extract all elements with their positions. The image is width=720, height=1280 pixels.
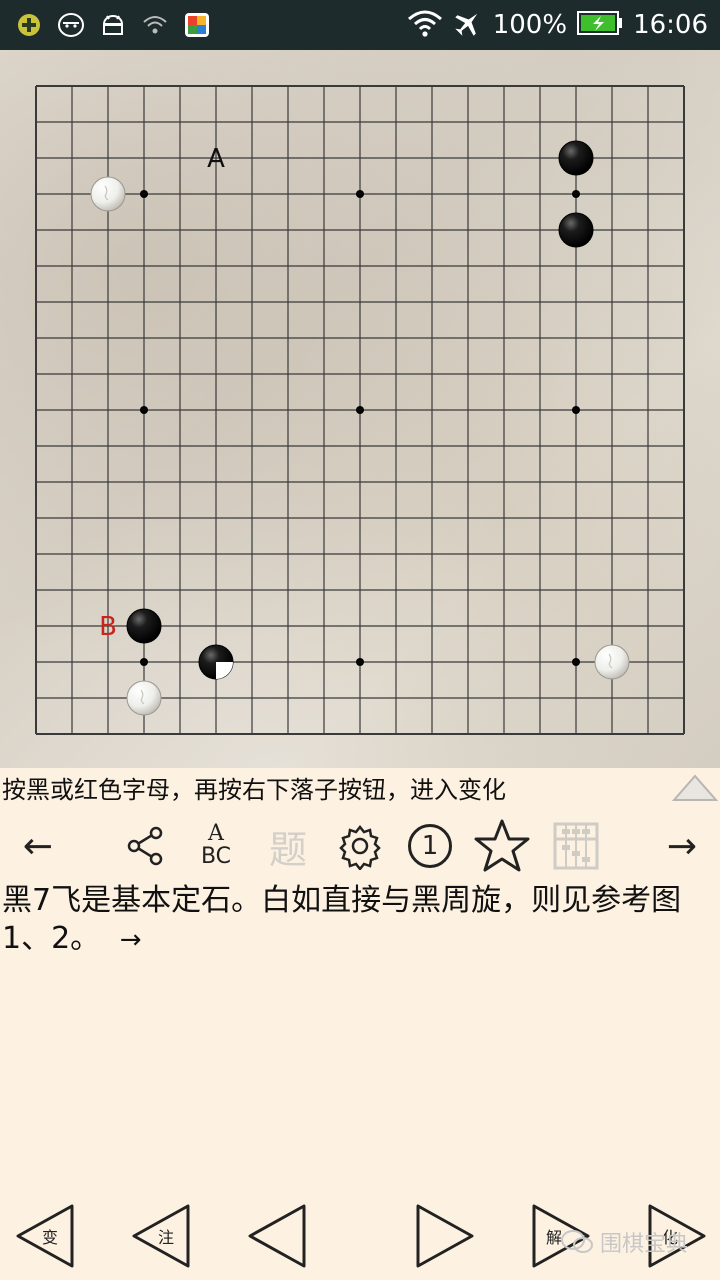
commentary-next-link[interactable]: → [120, 925, 142, 955]
clock: 16:06 [633, 10, 708, 40]
commentary: 黑7飞是基本定石。白如直接与黑周旋，则见参考图1、2。 → [2, 882, 702, 959]
triangle-right-icon [416, 1204, 474, 1268]
star-point [356, 190, 364, 198]
abacus-icon [553, 822, 599, 870]
status-right: 100% 16:06 [407, 0, 708, 50]
star-point [140, 658, 148, 666]
star-point [572, 658, 580, 666]
black-stone[interactable] [558, 212, 594, 248]
note-button[interactable]: 注 [130, 1198, 194, 1274]
triangle-left-icon [248, 1204, 306, 1268]
share-button[interactable] [118, 815, 174, 877]
watermark-text: 围棋宝典 [600, 1232, 689, 1257]
star-point [572, 406, 580, 414]
board-label[interactable]: A [207, 144, 225, 174]
move-number-circle-icon: 1 [408, 824, 452, 868]
board-label[interactable]: B [99, 612, 117, 642]
wechat-icon [561, 1230, 593, 1253]
move-number-button[interactable]: 1 [400, 815, 460, 877]
plus-badge-icon [14, 10, 44, 40]
share-icon [127, 826, 163, 866]
variation-label: 变 [42, 1228, 59, 1247]
last-move-marker [216, 662, 233, 679]
star-point [572, 190, 580, 198]
abacus-button[interactable] [546, 815, 606, 877]
toolbar: ← A BC 题 1 → [0, 815, 720, 877]
face-icon [56, 10, 86, 40]
move-number-text: 1 [421, 831, 439, 861]
right-arrow-icon: → [666, 825, 698, 867]
note-label: 注 [158, 1228, 175, 1247]
prev-move-button[interactable] [246, 1198, 310, 1274]
white-stone[interactable] [594, 644, 630, 680]
settings-button[interactable] [330, 815, 390, 877]
problem-mode-button[interactable]: 题 [258, 815, 318, 877]
gear-icon [339, 824, 381, 870]
star-icon [474, 819, 530, 872]
watermark: 围棋宝典 [560, 1226, 688, 1258]
black-stone[interactable] [558, 140, 594, 176]
toggle-labels-button[interactable]: A BC [186, 815, 246, 877]
star-point [140, 190, 148, 198]
android-icon [98, 10, 128, 40]
next-move-button[interactable] [412, 1198, 476, 1274]
status-left-icons [14, 10, 212, 40]
collapse-panel-button[interactable] [670, 768, 720, 810]
colorful-app-icon [182, 10, 212, 40]
variation-button[interactable]: 变 [14, 1198, 78, 1274]
left-arrow-icon: ← [22, 825, 54, 867]
white-stone[interactable] [90, 176, 126, 212]
star-point [140, 406, 148, 414]
go-board[interactable]: AB [0, 50, 720, 768]
abc-icon-bottom: BC [200, 844, 232, 869]
wifi-icon [407, 9, 443, 41]
abc-icon-top: A [208, 821, 224, 846]
commentary-text: 黑7飞是基本定石。白如直接与黑周旋，则见参考图1、2。 [2, 883, 682, 956]
prev-comment-button[interactable]: ← [10, 815, 66, 877]
instruction-text: 按黑或红色字母，再按右下落子按钮，进入变化 [2, 776, 506, 804]
battery-percent: 100% [492, 10, 568, 40]
problem-icon: 题 [268, 827, 307, 872]
last-move-black-stone[interactable] [198, 644, 234, 680]
white-stone[interactable] [126, 680, 162, 716]
triangle-up-icon [671, 774, 719, 801]
star-point [356, 658, 364, 666]
battery-icon [577, 10, 623, 40]
wifi-question-icon [140, 10, 170, 40]
black-stone[interactable] [126, 608, 162, 644]
status-bar: 100% 16:06 [0, 0, 720, 50]
next-comment-button[interactable]: → [654, 815, 710, 877]
star-point [356, 406, 364, 414]
board-canvas[interactable]: AB [0, 50, 720, 768]
airplane-icon [453, 8, 483, 42]
favorite-button[interactable] [470, 815, 534, 877]
